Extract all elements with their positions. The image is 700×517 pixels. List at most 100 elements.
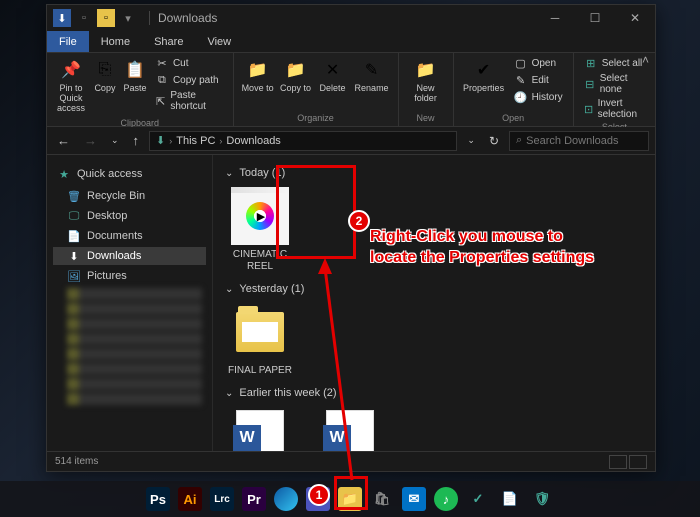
file-word-2[interactable]	[315, 407, 385, 451]
properties-button[interactable]: ✔Properties	[460, 55, 508, 97]
back-button[interactable]: ←	[53, 133, 74, 148]
rename-icon: ✎	[360, 58, 384, 82]
ribbon: 📌Pin to Quick access ⎘Copy 📋Paste ✂Cut ⧉…	[47, 53, 655, 127]
file-list[interactable]: Today (1) CINEMATIC REEL Yesterday (1) F…	[213, 155, 655, 451]
copy-path-icon: ⧉	[155, 73, 169, 87]
maximize-button[interactable]: ☐	[575, 5, 615, 31]
collapse-ribbon-button[interactable]: ˄	[642, 53, 649, 67]
pin-icon: 📌	[59, 58, 83, 82]
section-today[interactable]: Today (1)	[225, 167, 643, 179]
sidebar-item-documents[interactable]: 📄Documents	[53, 227, 206, 245]
new-folder-button[interactable]: 📁New folder	[405, 55, 447, 107]
address-bar: ← → ⌄ ↑ ⬇ › This PC › Downloads ⌄ ↻ ⌕ Se…	[47, 127, 655, 155]
section-yesterday[interactable]: Yesterday (1)	[225, 283, 643, 295]
taskbar-doc-icon[interactable]: 📄	[498, 487, 522, 511]
taskbar-spotify-icon[interactable]: ♪	[434, 487, 458, 511]
taskbar-security-icon[interactable]: 🛡	[530, 487, 554, 511]
content-area: ★Quick access 🗑Recycle Bin 🖵Desktop 📄Doc…	[47, 155, 655, 451]
select-all-button[interactable]: ⊞Select all	[580, 55, 649, 71]
status-item-count: 514 items	[55, 456, 98, 467]
titlebar: ⬇ ▫ ▫ ▾ Downloads ─ ☐ ✕	[47, 5, 655, 31]
refresh-button[interactable]: ↻	[485, 134, 503, 148]
taskbar-explorer-icon[interactable]: 📁	[338, 487, 362, 511]
invert-icon: ⊡	[584, 102, 594, 116]
tab-file[interactable]: File	[47, 31, 89, 52]
search-icon: ⌕	[516, 134, 522, 147]
edit-button[interactable]: ✎Edit	[510, 72, 567, 88]
star-icon: ★	[57, 167, 71, 181]
ribbon-group-clipboard: 📌Pin to Quick access ⎘Copy 📋Paste ✂Cut ⧉…	[47, 53, 234, 126]
addr-dropdown[interactable]: ⌄	[463, 135, 479, 146]
ribbon-group-open: ✔Properties ▢Open ✎Edit 🕘History Open	[454, 53, 574, 126]
move-to-button[interactable]: 📁Move to	[240, 55, 276, 97]
invert-selection-button[interactable]: ⊡Invert selection	[580, 97, 649, 121]
taskbar-check-icon[interactable]: ✓	[466, 487, 490, 511]
sidebar-item-desktop[interactable]: 🖵Desktop	[53, 207, 206, 225]
status-bar: 514 items	[47, 451, 655, 471]
delete-button[interactable]: ✕Delete	[316, 55, 350, 97]
search-input[interactable]: ⌕ Search Downloads	[509, 131, 649, 151]
rename-button[interactable]: ✎Rename	[352, 55, 392, 97]
taskbar-teams-icon[interactable]: T	[306, 487, 330, 511]
downloads-icon: ⬇	[156, 134, 165, 147]
taskbar-photoshop-icon[interactable]: Ps	[146, 487, 170, 511]
minimize-button[interactable]: ─	[535, 5, 575, 31]
downloads-icon: ⬇	[67, 249, 81, 263]
chevron-right-icon: ›	[219, 136, 222, 146]
tab-share[interactable]: Share	[142, 31, 195, 52]
tab-home[interactable]: Home	[89, 31, 142, 52]
quick-access-toolbar: ⬇ ▫ ▫ ▾	[47, 9, 143, 27]
taskbar-outlook-icon[interactable]: ✉	[402, 487, 426, 511]
sidebar-item-downloads[interactable]: ⬇Downloads	[53, 247, 206, 265]
forward-button[interactable]: →	[80, 133, 101, 148]
qat-btn2[interactable]: ▫	[97, 9, 115, 27]
pictures-icon: 🖼	[67, 269, 81, 283]
qat-btn1[interactable]: ▫	[75, 9, 93, 27]
file-word-1[interactable]	[225, 407, 295, 451]
view-details-button[interactable]	[609, 455, 627, 469]
sidebar-item-pictures[interactable]: 🖼Pictures	[53, 267, 206, 285]
section-earlier[interactable]: Earlier this week (2)	[225, 387, 643, 399]
copy-path-button[interactable]: ⧉Copy path	[151, 72, 227, 88]
navigation-pane: ★Quick access 🗑Recycle Bin 🖵Desktop 📄Doc…	[47, 155, 213, 451]
copy-button[interactable]: ⎘Copy	[91, 55, 119, 97]
paste-shortcut-button[interactable]: ⇱Paste shortcut	[151, 89, 227, 113]
close-button[interactable]: ✕	[615, 5, 655, 31]
pin-quick-access-button[interactable]: 📌Pin to Quick access	[53, 55, 89, 117]
view-toggles	[609, 455, 647, 469]
qat-dropdown[interactable]: ▾	[119, 9, 137, 27]
select-all-icon: ⊞	[584, 56, 598, 70]
file-cinematic-reel[interactable]: CINEMATIC REEL	[225, 187, 295, 273]
select-none-button[interactable]: ⊟Select none	[580, 72, 649, 96]
recent-dropdown[interactable]: ⌄	[107, 135, 123, 146]
folder-thumb-icon	[231, 303, 289, 361]
taskbar-illustrator-icon[interactable]: Ai	[178, 487, 202, 511]
copy-to-button[interactable]: 📁Copy to	[278, 55, 314, 97]
window-controls: ─ ☐ ✕	[535, 5, 655, 31]
tab-view[interactable]: View	[195, 31, 243, 52]
taskbar-premiere-icon[interactable]: Pr	[242, 487, 266, 511]
explorer-window: ⬇ ▫ ▫ ▾ Downloads ─ ☐ ✕ File Home Share …	[46, 4, 656, 472]
sidebar-item-recycle-bin[interactable]: 🗑Recycle Bin	[53, 187, 206, 205]
taskbar-store-icon[interactable]: 🛍	[370, 487, 394, 511]
breadcrumb[interactable]: ⬇ › This PC › Downloads	[149, 131, 457, 151]
file-final-paper[interactable]: FINAL PAPER	[225, 303, 295, 377]
documents-icon: 📄	[67, 229, 81, 243]
taskbar-edge-icon[interactable]	[274, 487, 298, 511]
view-thumbnails-button[interactable]	[629, 455, 647, 469]
ribbon-group-new: 📁New folder New	[399, 53, 454, 126]
video-thumb-icon	[231, 187, 289, 245]
paste-button[interactable]: 📋Paste	[121, 55, 149, 97]
search-placeholder: Search Downloads	[526, 135, 618, 147]
folder-icon[interactable]: ⬇	[53, 9, 71, 27]
sidebar-quick-access[interactable]: ★Quick access	[53, 165, 206, 183]
taskbar-lightroom-icon[interactable]: Lrc	[210, 487, 234, 511]
up-button[interactable]: ↑	[129, 133, 144, 148]
open-button[interactable]: ▢Open	[510, 55, 567, 71]
history-button[interactable]: 🕘History	[510, 89, 567, 105]
breadcrumb-downloads[interactable]: Downloads	[226, 135, 280, 147]
breadcrumb-this-pc[interactable]: This PC	[176, 135, 215, 147]
taskbar: Ps Ai Lrc Pr T 📁 🛍 ✉ ♪ ✓ 📄 🛡	[0, 481, 700, 517]
cut-button[interactable]: ✂Cut	[151, 55, 227, 71]
recycle-bin-icon: 🗑	[67, 189, 81, 203]
